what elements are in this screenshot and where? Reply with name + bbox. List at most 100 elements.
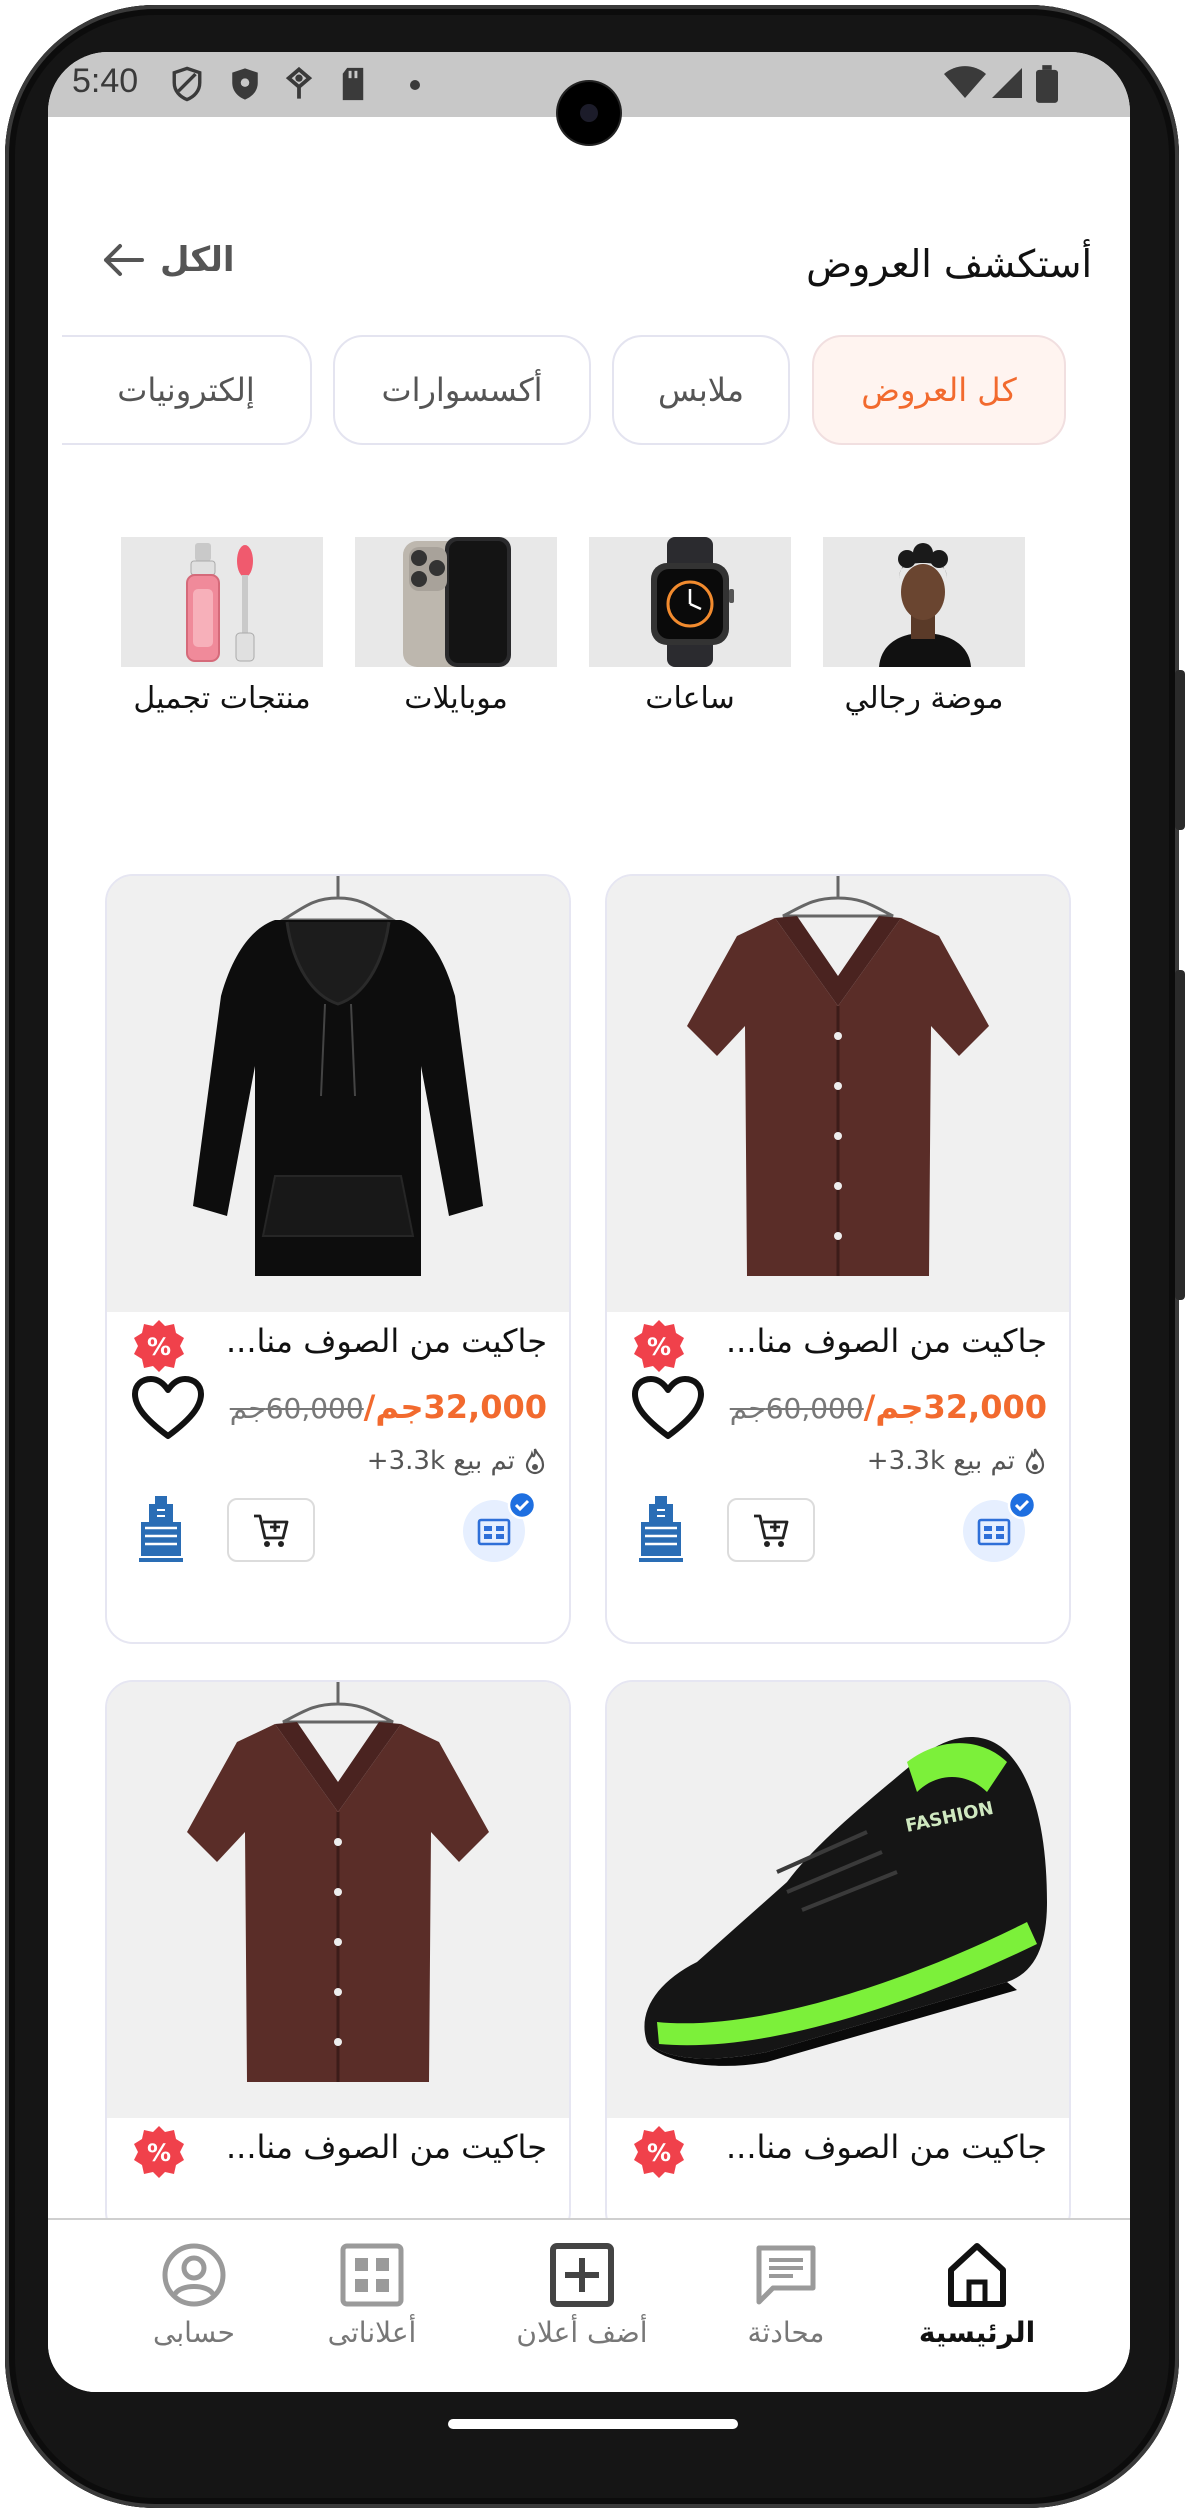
store-icon (477, 1518, 511, 1546)
status-time: 5:40 (72, 62, 139, 100)
add-to-cart-button[interactable] (727, 1498, 815, 1562)
discount-badge-icon: % (134, 2126, 184, 2178)
see-all-link[interactable]: الكل (98, 240, 235, 280)
add-cart-icon (254, 1514, 289, 1547)
category-men-fashion[interactable]: موضة رجالي (823, 537, 1025, 716)
sold-count: تم بيع 3.3k+ (366, 1446, 515, 1476)
vpn-icon (285, 66, 313, 99)
see-all-label: الكل (160, 240, 235, 280)
account-icon (162, 2243, 226, 2307)
category-beauty[interactable]: منتجات تجميل (121, 537, 323, 716)
brand-logo-icon (139, 1496, 183, 1562)
category-mobiles[interactable]: موبايلات (355, 537, 557, 716)
pill-label: أكسسوارات (381, 371, 543, 409)
category-label: موبايلات (404, 681, 508, 716)
front-camera (558, 82, 620, 144)
battery-icon (1036, 65, 1058, 103)
pill-label: كل العروض (861, 371, 1017, 409)
chat-icon (756, 2245, 816, 2305)
favorite-heart-icon[interactable] (131, 1376, 205, 1442)
arrow-left-icon (104, 244, 144, 276)
nav-add-ad[interactable]: أضف أعلان (492, 2242, 672, 2349)
nav-chat[interactable]: محادثة (696, 2242, 876, 2349)
pill-clothes[interactable]: ملابس (612, 335, 790, 445)
store-icon (977, 1518, 1011, 1546)
wifi-icon (944, 66, 986, 98)
price-separator: / (363, 1388, 376, 1426)
power-button (1175, 970, 1185, 1300)
discount-badge-icon: % (634, 1320, 684, 1372)
nav-home[interactable]: الرئيسية (887, 2242, 1067, 2349)
category-watches[interactable]: ساعات (589, 537, 791, 716)
add-cart-icon (754, 1514, 789, 1547)
svg-text:%: % (647, 2139, 671, 2167)
favorite-heart-icon[interactable] (631, 1376, 705, 1442)
price-row: 32,000جم/60,000جم (730, 1388, 1047, 1426)
nav-label: الرئيسية (918, 2316, 1036, 2349)
fire-icon (1025, 1448, 1045, 1475)
fire-icon (525, 1448, 545, 1475)
sd-card-icon (342, 67, 364, 101)
nav-account[interactable]: حسابى (104, 2242, 284, 2349)
product-image (607, 876, 1069, 1312)
price-old: 60,000جم (729, 1392, 864, 1425)
svg-text:%: % (147, 1333, 171, 1361)
smartphone-image (355, 537, 557, 667)
nav-label: حسابى (153, 2316, 235, 2349)
screen: 5:40 أستكشف العروض الكل كل العروض ملابس … (48, 52, 1130, 2392)
brand-logo-icon (639, 1496, 683, 1562)
signal-icon (992, 68, 1022, 98)
volume-button (1175, 670, 1185, 830)
price-new: 32,000جم (875, 1388, 1047, 1426)
shield-outline-icon (172, 66, 202, 102)
nav-my-ads[interactable]: أعلاناتى (282, 2242, 462, 2349)
lip-gloss-image (121, 537, 323, 667)
grid-icon (340, 2243, 404, 2307)
pill-accessories[interactable]: أكسسوارات (333, 335, 591, 445)
add-to-cart-button[interactable] (227, 1498, 315, 1562)
product-image (107, 1682, 569, 2118)
pill-electronics[interactable]: إلكترونيات (62, 335, 312, 445)
home-icon (948, 2243, 1006, 2307)
notification-dot-icon (410, 80, 420, 90)
pill-all-offers[interactable]: كل العروض (812, 335, 1066, 445)
category-label: منتجات تجميل (133, 681, 311, 716)
home-indicator[interactable] (448, 2419, 738, 2429)
nav-label: أعلاناتى (327, 2316, 417, 2349)
sold-count: تم بيع 3.3k+ (866, 1446, 1015, 1476)
product-card[interactable]: جاكيت من الصوف منا... % (105, 1680, 571, 2240)
product-title: جاكيت من الصوف منا... (725, 2128, 1047, 2166)
product-card[interactable]: FASHION جاكيت من الصوف منا... % (605, 1680, 1071, 2240)
discount-badge-icon: % (134, 1320, 184, 1372)
nav-label: أضف أعلان (516, 2316, 648, 2349)
man-portrait-image (823, 537, 1025, 667)
smartwatch-image (589, 537, 791, 667)
category-label: موضة رجالي (844, 681, 1004, 716)
verified-store-badge[interactable] (463, 1490, 537, 1562)
svg-text:%: % (147, 2139, 171, 2167)
nav-label: محادثة (747, 2316, 825, 2349)
shield-icon (232, 68, 258, 100)
product-card[interactable]: جاكيت من الصوف منا... % 32,000جم/60,000ج… (605, 874, 1071, 1644)
category-label: ساعات (645, 681, 735, 716)
product-title: جاكيت من الصوف منا... (225, 1322, 547, 1360)
discount-badge-icon: % (634, 2126, 684, 2178)
svg-text:%: % (647, 1333, 671, 1361)
product-title: جاكيت من الصوف منا... (725, 1322, 1047, 1360)
price-separator: / (863, 1388, 876, 1426)
page-title: أستكشف العروض (806, 242, 1092, 286)
pill-label: ملابس (658, 371, 744, 409)
product-card[interactable]: جاكيت من الصوف منا... % 32,000جم/60,000ج… (105, 874, 571, 1644)
phone-frame: 5:40 أستكشف العروض الكل كل العروض ملابس … (0, 0, 1187, 2513)
add-box-icon (550, 2243, 614, 2307)
sold-row: تم بيع 3.3k+ (867, 1446, 1047, 1476)
product-image (107, 876, 569, 1312)
sold-row: تم بيع 3.3k+ (367, 1446, 547, 1476)
verified-store-badge[interactable] (963, 1490, 1037, 1562)
price-new: 32,000جم (375, 1388, 547, 1426)
pill-label: إلكترونيات (117, 371, 255, 409)
product-image: FASHION (607, 1682, 1069, 2118)
price-old: 60,000جم (229, 1392, 364, 1425)
price-row: 32,000جم/60,000جم (230, 1388, 547, 1426)
bottom-nav: الرئيسية محادثة أضف أعلان أعلاناتى حسابى (48, 2218, 1130, 2392)
